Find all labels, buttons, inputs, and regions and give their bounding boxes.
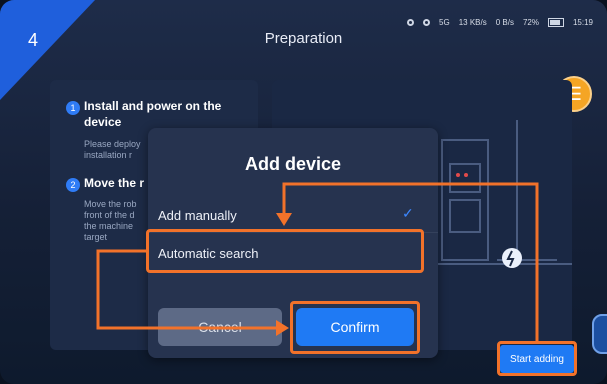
guide-arrows <box>96 182 539 341</box>
app-frame: 4 Preparation 5G 13 KB/s 0 B/s 72% 15:19… <box>0 0 607 384</box>
